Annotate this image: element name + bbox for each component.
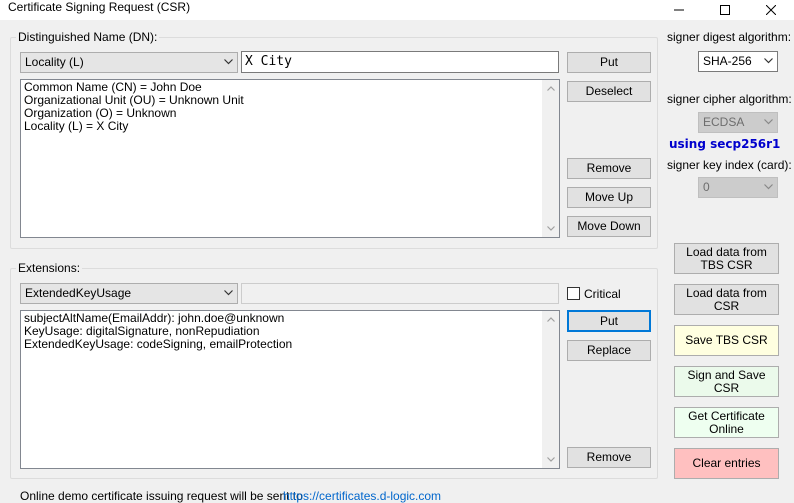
dn-value-input[interactable]: X City: [241, 51, 559, 73]
cipher-algorithm-select[interactable]: ECDSA: [698, 112, 778, 133]
get-certificate-online-button[interactable]: Get Certificate Online: [674, 407, 779, 438]
scroll-up-icon[interactable]: [542, 311, 559, 328]
cipher-algorithm-label: signer cipher algorithm:: [667, 92, 792, 106]
scroll-up-icon[interactable]: [542, 80, 559, 97]
chevron-down-icon: [764, 58, 773, 64]
extension-value-input[interactable]: [241, 283, 559, 304]
key-index-select[interactable]: 0: [698, 177, 778, 198]
load-tbs-csr-button[interactable]: Load data from TBS CSR: [674, 243, 779, 274]
minimize-button[interactable]: [656, 0, 702, 20]
extensions-list[interactable]: subjectAltName(EmailAddr): john.doe@unkn…: [20, 310, 560, 469]
scroll-down-icon[interactable]: [542, 451, 559, 468]
cipher-algorithm-value: ECDSA: [703, 115, 745, 129]
dn-move-up-button[interactable]: Move Up: [567, 187, 651, 208]
dn-group-label: Distinguished Name (DN):: [16, 30, 160, 44]
dn-put-button[interactable]: Put: [567, 52, 651, 73]
close-icon: [766, 5, 776, 15]
clear-entries-button[interactable]: Clear entries: [674, 448, 779, 479]
minimize-icon: [674, 9, 684, 11]
ext-remove-button[interactable]: Remove: [567, 447, 651, 468]
key-index-value: 0: [703, 180, 710, 194]
key-index-label: signer key index (card):: [667, 158, 792, 172]
chevron-down-icon: [224, 59, 233, 65]
window-title: Certificate Signing Request (CSR): [8, 0, 191, 14]
scroll-down-icon[interactable]: [542, 220, 559, 237]
critical-label: Critical: [584, 287, 621, 301]
list-item[interactable]: Locality (L) = X City: [24, 120, 556, 133]
dn-attribute-select[interactable]: Locality (L): [20, 52, 238, 73]
ext-put-button[interactable]: Put: [567, 310, 651, 332]
title-bar: Certificate Signing Request (CSR): [0, 0, 794, 20]
dn-move-down-button[interactable]: Move Down: [567, 216, 651, 237]
digest-algorithm-select[interactable]: SHA-256: [698, 51, 778, 72]
sign-and-save-csr-button[interactable]: Sign and Save CSR: [674, 366, 779, 397]
save-tbs-csr-button[interactable]: Save TBS CSR: [674, 325, 779, 356]
extensions-list-scrollbar[interactable]: [542, 311, 559, 468]
extensions-group-label: Extensions:: [16, 261, 83, 275]
list-item[interactable]: ExtendedKeyUsage: codeSigning, emailProt…: [24, 338, 556, 351]
chevron-down-icon: [764, 184, 773, 190]
critical-checkbox[interactable]: [567, 287, 580, 300]
digest-algorithm-label: signer digest algorithm:: [667, 30, 792, 44]
dn-entries-list[interactable]: Common Name (CN) = John Doe Organization…: [20, 79, 560, 238]
digest-algorithm-value: SHA-256: [703, 54, 752, 68]
load-csr-button[interactable]: Load data from CSR: [674, 284, 779, 315]
curve-info-label: using secp256r1: [669, 137, 781, 151]
chevron-down-icon: [764, 119, 773, 125]
maximize-button[interactable]: [702, 0, 748, 20]
extension-value: ExtendedKeyUsage: [25, 286, 132, 300]
chevron-down-icon: [224, 290, 233, 296]
ext-replace-button[interactable]: Replace: [567, 340, 651, 361]
dn-remove-button[interactable]: Remove: [567, 158, 651, 179]
maximize-icon: [720, 5, 730, 15]
dn-deselect-button[interactable]: Deselect: [567, 81, 651, 102]
extension-select[interactable]: ExtendedKeyUsage: [20, 283, 238, 304]
dn-attribute-value: Locality (L): [25, 55, 84, 69]
certificates-link[interactable]: https://certificates.d-logic.com: [283, 489, 441, 503]
close-button[interactable]: [748, 0, 794, 20]
dn-list-scrollbar[interactable]: [542, 80, 559, 237]
footer-text: Online demo certificate issuing request …: [20, 489, 303, 503]
